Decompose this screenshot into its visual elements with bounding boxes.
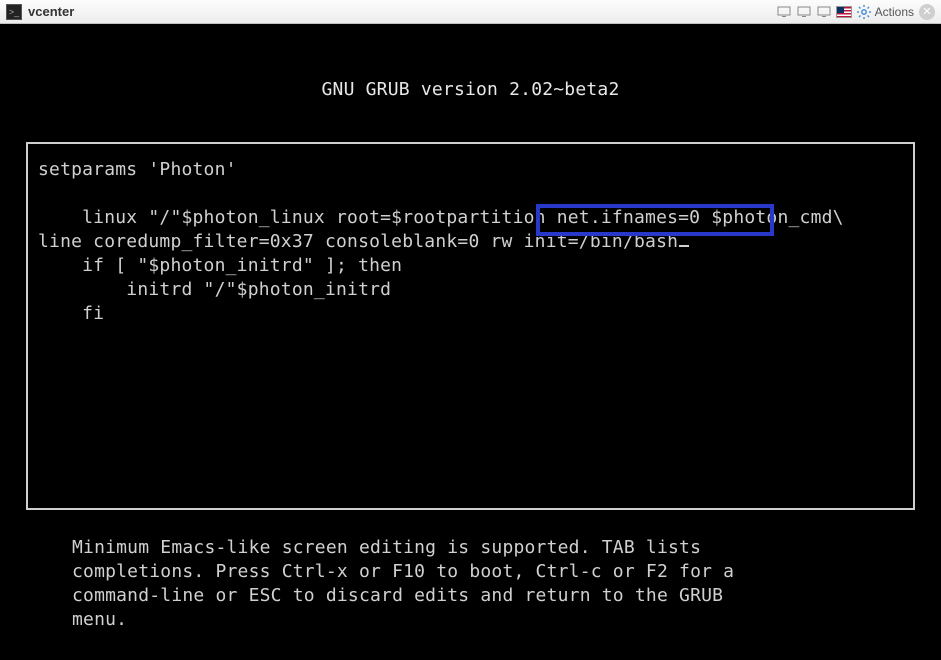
window: >_ vcenter Actions ✕ GNU GRUB version 2.…	[0, 0, 941, 660]
console-app-icon: >_	[6, 4, 22, 20]
cursor	[679, 245, 689, 247]
grub-console[interactable]: GNU GRUB version 2.02~beta2 setparams 'P…	[0, 24, 941, 660]
editor-line-highlight-text: rw init=/bin/bash	[491, 231, 679, 252]
editor-line: initrd "/"$photon_initrd	[38, 279, 391, 300]
keyboard-layout-us-icon[interactable]	[836, 4, 852, 20]
actions-menu-label[interactable]: Actions	[875, 5, 914, 19]
grub-editor-content[interactable]: setparams 'Photon' linux "/"$photon_linu…	[38, 158, 905, 326]
display-icon[interactable]	[776, 4, 792, 20]
editor-line-prefix: line coredump_filter=0x37 consoleblank=0	[38, 231, 491, 252]
display-duplicate-icon[interactable]	[796, 4, 812, 20]
editor-line: linux "/"$photon_linux root=$rootpartiti…	[38, 207, 844, 228]
editor-line: if [ "$photon_initrd" ]; then	[38, 255, 402, 276]
grub-editor-box[interactable]: setparams 'Photon' linux "/"$photon_linu…	[26, 142, 915, 510]
titlebar: >_ vcenter Actions ✕	[0, 0, 941, 24]
fullscreen-icon[interactable]	[816, 4, 832, 20]
grub-header: GNU GRUB version 2.02~beta2	[0, 24, 941, 142]
grub-help-text: Minimum Emacs-like screen editing is sup…	[0, 510, 941, 632]
gear-icon[interactable]	[856, 4, 872, 20]
editor-line: fi	[38, 303, 104, 324]
close-icon[interactable]: ✕	[919, 4, 935, 20]
editor-line: setparams 'Photon'	[38, 159, 237, 180]
window-title: vcenter	[28, 4, 74, 19]
